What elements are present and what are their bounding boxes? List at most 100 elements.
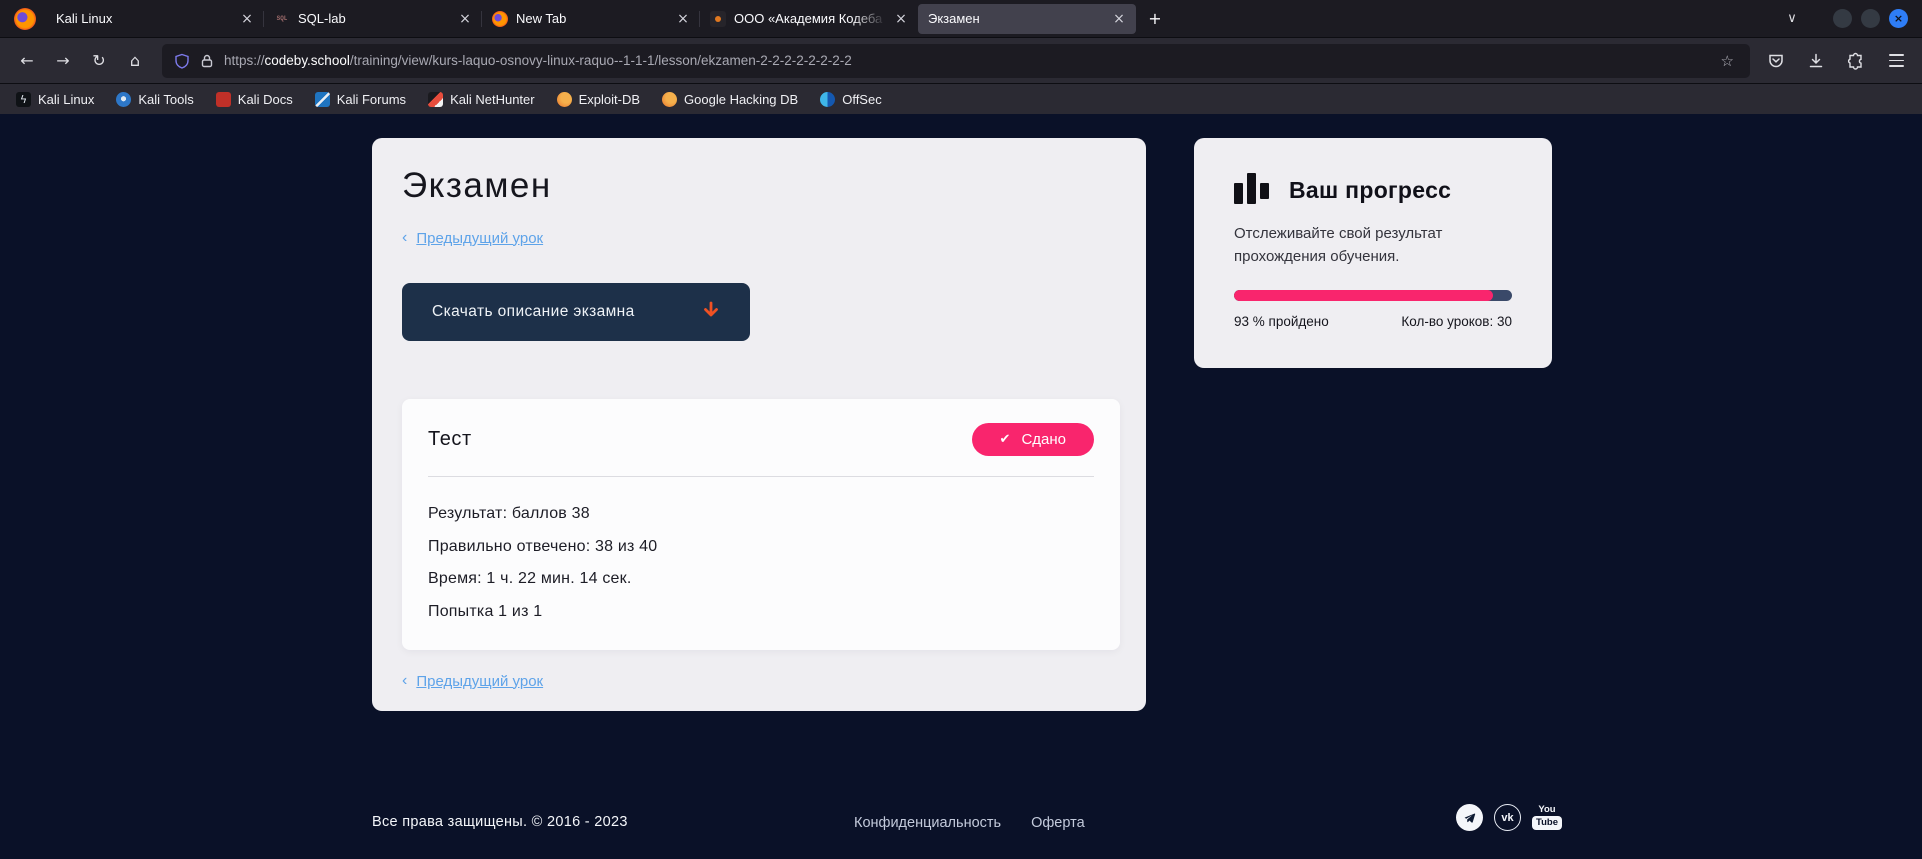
reload-button[interactable]: ↻ [82,45,116,77]
progress-card: Ваш прогресс Отслеживайте свой результат… [1194,138,1552,368]
test-result-card: Тест ✔ Сдано Результат: баллов 38 Правил… [402,399,1120,650]
previous-lesson-link-top[interactable]: ‹ Предыдущий урок [402,229,1116,247]
progress-description: Отслеживайте свой результат прохождения … [1234,222,1479,268]
progress-percent-label: 93 % пройдено [1234,314,1329,329]
download-button-label: Скачать описание экзамна [432,303,635,321]
footer-link-privacy[interactable]: Конфиденциальность [854,815,1001,831]
bookmark-label: Kali Docs [238,92,293,107]
bookmark-label: Kali Linux [38,92,94,107]
footer-link-offer[interactable]: Оферта [1031,815,1085,831]
bar-chart-icon [1234,172,1269,204]
firefox-favicon-icon [492,11,508,27]
minimize-button[interactable] [1833,9,1852,28]
bookmark-label: Kali Tools [138,92,193,107]
codeby-favicon-icon [710,11,726,27]
bookmark-google-hacking-db[interactable]: Google Hacking DB [662,92,798,107]
footer-socials: vk You Tube [1456,804,1562,831]
vk-icon[interactable]: vk [1494,804,1521,831]
chevron-left-icon: ‹ [402,672,407,690]
tab-title: ООО «Академия Кодеба [734,11,886,26]
lock-icon[interactable] [199,53,215,69]
tab-sql-lab[interactable]: SQL SQL-lab × [264,4,482,34]
tab-title: Kali Linux [56,11,232,26]
kali-nethunter-icon [428,92,443,107]
previous-lesson-label: Предыдущий урок [416,230,543,247]
vk-label: vk [1501,812,1513,824]
result-attempt: Попытка 1 из 1 [428,603,1094,621]
chevron-left-icon: ‹ [402,229,407,247]
page-title: Экзамен [402,166,1116,206]
bookmark-kali-tools[interactable]: Kali Tools [116,92,193,107]
status-badge-label: Сдано [1021,431,1066,448]
tab-ekzamen-active[interactable]: Экзамен × [918,4,1136,34]
home-button[interactable]: ⌂ [118,45,152,77]
download-exam-description-button[interactable]: Скачать описание экзамна [402,283,750,341]
youtube-icon[interactable]: You Tube [1532,805,1562,830]
close-icon[interactable]: × [456,10,474,28]
test-title: Тест [428,428,472,451]
bookmarks-bar: ϟ Kali Linux Kali Tools Kali Docs Kali F… [0,84,1922,114]
youtube-tube-label: Tube [1532,816,1562,830]
window-controls: × [1833,9,1908,28]
bookmark-exploit-db[interactable]: Exploit-DB [557,92,640,107]
footer-copyright: Все права защищены. © 2016 - 2023 [372,814,628,830]
url-path: /training/view/kurs-laquo-osnovy-linux-r… [350,53,852,68]
telegram-icon[interactable] [1456,804,1483,831]
tab-title: Экзамен [928,11,1104,26]
url-prefix: https:// [224,53,265,68]
bookmark-label: Kali NetHunter [450,92,535,107]
close-icon[interactable]: × [238,10,256,28]
progress-bar [1234,290,1512,301]
forward-button[interactable]: → [46,45,80,77]
test-results: Результат: баллов 38 Правильно отвечено:… [428,505,1094,621]
close-icon[interactable]: × [674,10,692,28]
youtube-you-label: You [1538,805,1555,815]
divider [428,476,1094,477]
bookmark-kali-docs[interactable]: Kali Docs [216,92,293,107]
bookmark-label: Exploit-DB [579,92,640,107]
back-button[interactable]: ← [10,45,44,77]
offsec-icon [820,92,835,107]
footer-links: Конфиденциальность Оферта [854,815,1085,831]
tracking-protection-shield-icon[interactable] [174,53,190,69]
url-bar[interactable]: https://codeby.school/training/view/kurs… [162,44,1750,78]
status-badge-passed: ✔ Сдано [972,423,1094,456]
tab-new-tab[interactable]: New Tab × [482,4,700,34]
bookmark-offsec[interactable]: OffSec [820,92,882,107]
tab-title: New Tab [516,11,668,26]
previous-lesson-label: Предыдущий урок [416,673,543,690]
extensions-puzzle-icon[interactable] [1840,45,1872,77]
downloads-icon[interactable] [1800,45,1832,77]
tab-academy-codeby[interactable]: ООО «Академия Кодеба × [700,4,918,34]
pocket-icon[interactable] [1760,45,1792,77]
result-correct-answers: Правильно отвечено: 38 из 40 [428,538,1094,556]
new-tab-button[interactable]: + [1142,6,1168,32]
tab-kali-linux[interactable]: Kali Linux × [46,4,264,34]
bookmark-kali-nethunter[interactable]: Kali NetHunter [428,92,535,107]
list-all-tabs-chevron-icon[interactable]: ∨ [1779,6,1805,32]
progress-title: Ваш прогресс [1289,177,1451,204]
download-icon [698,299,724,325]
lessons-count-label: Кол-во уроков: 30 [1401,314,1512,329]
window-close-button[interactable]: × [1889,9,1908,28]
bookmark-kali-forums[interactable]: Kali Forums [315,92,406,107]
kali-docs-icon [216,92,231,107]
sql-favicon-icon: SQL [274,11,290,27]
close-icon[interactable]: × [1110,10,1128,28]
progress-bar-fill [1234,290,1493,301]
result-score: Результат: баллов 38 [428,505,1094,523]
firefox-icon[interactable] [14,8,36,30]
navigation-toolbar: ← → ↻ ⌂ https://codeby.school/training/v… [0,38,1922,84]
maximize-button[interactable] [1861,9,1880,28]
google-hacking-db-icon [662,92,677,107]
menu-hamburger-icon[interactable] [1880,45,1912,77]
previous-lesson-link-bottom[interactable]: ‹ Предыдущий урок [402,672,1116,690]
kali-dragon-icon: ϟ [16,92,31,107]
close-icon[interactable]: × [892,10,910,28]
exam-card: Экзамен ‹ Предыдущий урок Скачать описан… [372,138,1146,711]
bookmark-star-icon[interactable]: ☆ [1717,50,1738,72]
url-text[interactable]: https://codeby.school/training/view/kurs… [224,53,1708,68]
tab-bar: Kali Linux × SQL SQL-lab × New Tab × ООО… [0,0,1922,38]
bookmark-kali-linux[interactable]: ϟ Kali Linux [16,92,94,107]
kali-tools-icon [116,92,131,107]
